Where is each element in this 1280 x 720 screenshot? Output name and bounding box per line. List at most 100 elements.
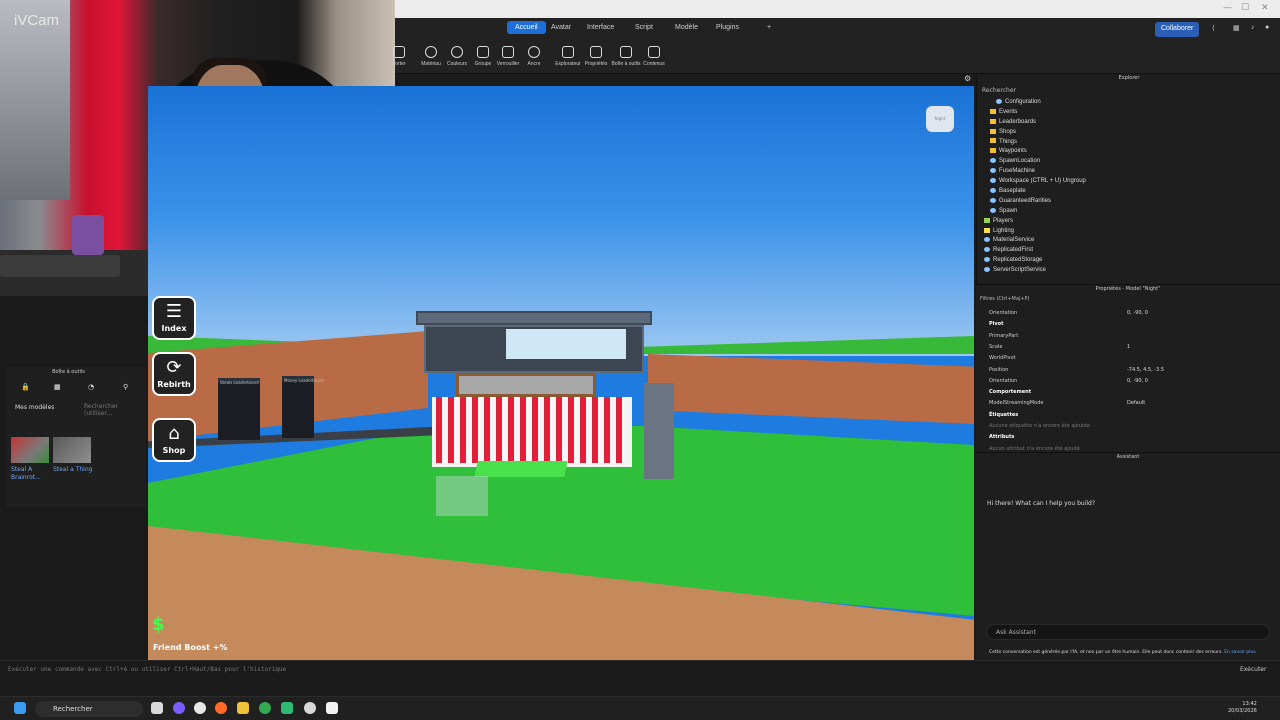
explorer-item-label: FuseMachine xyxy=(999,168,1036,175)
toolbox-model-item[interactable]: Steal A Brainrot... xyxy=(11,437,51,482)
tool-anchor[interactable]: Ancre xyxy=(518,46,550,67)
explorer-item[interactable]: Events xyxy=(977,107,1277,117)
tab-avatar[interactable]: Avatar xyxy=(551,24,571,31)
property-row[interactable]: Orientation 0, -90, 0 xyxy=(976,376,1276,386)
explorer-item[interactable]: Baseplate xyxy=(977,186,1277,196)
explorer-item[interactable]: MaterialService xyxy=(977,235,1277,245)
explorer-item[interactable]: Players xyxy=(977,216,1277,226)
index-button[interactable]: ☰ Index xyxy=(152,296,196,340)
import-icon xyxy=(393,46,405,58)
explorer-item[interactable]: Configuration xyxy=(977,97,1277,107)
roblox-studio-icon[interactable] xyxy=(326,702,338,714)
service-icon xyxy=(990,178,996,184)
app-icon[interactable] xyxy=(281,702,293,714)
tab-plugins[interactable]: Plugins xyxy=(716,24,739,31)
property-value[interactable]: -74.5, 4.5, -3.5 xyxy=(1127,365,1164,375)
windows-start-icon[interactable] xyxy=(14,702,26,714)
property-section[interactable]: Comportement xyxy=(976,387,1276,397)
building-sign xyxy=(456,373,596,397)
property-row[interactable]: Scale 1 xyxy=(976,342,1276,352)
model-source-select[interactable]: Mes modèles xyxy=(15,404,54,411)
gear-icon[interactable]: ⚙ xyxy=(964,74,971,83)
tab-script[interactable]: Script xyxy=(635,24,653,31)
tab-add[interactable]: + xyxy=(767,24,771,31)
taskbar-search[interactable]: Rechercher xyxy=(35,701,143,717)
property-section[interactable]: Pivot xyxy=(976,319,1276,329)
clock-icon[interactable]: ◔ xyxy=(88,383,94,391)
night-card[interactable]: Night xyxy=(926,106,954,132)
explorer-item[interactable]: SpawnLocation xyxy=(977,156,1277,166)
property-value[interactable]: Default xyxy=(1127,398,1145,408)
ghost-block xyxy=(436,476,488,516)
app-icon[interactable] xyxy=(173,702,185,714)
contents-icon xyxy=(648,46,660,58)
tab-interface[interactable]: Interface xyxy=(587,24,614,31)
explorer-search-input[interactable]: Rechercher xyxy=(982,87,1016,94)
share-icon[interactable]: ⟨ xyxy=(1212,24,1215,32)
property-row[interactable]: PrimaryPart xyxy=(976,331,1276,341)
3d-viewport[interactable]: Steals Leaderboard Money Leaderboard Nig… xyxy=(148,86,974,660)
system-clock[interactable]: 13:42 20/03/2026 xyxy=(1228,701,1257,715)
explorer-item[interactable]: Spawn xyxy=(977,206,1277,216)
property-row[interactable]: Orientation 0, -90, 0 xyxy=(976,308,1276,318)
task-view-icon[interactable] xyxy=(151,702,163,714)
command-bar: Exécuter une commande avec Ctrl+é ou uti… xyxy=(0,660,1280,679)
collaborate-button[interactable]: Collaborer xyxy=(1155,22,1200,37)
grid-icon[interactable]: ▦ xyxy=(1233,24,1240,32)
property-section[interactable]: Attributs xyxy=(976,432,1276,442)
clock-time: 13:42 xyxy=(1242,701,1257,707)
firefox-icon[interactable] xyxy=(215,702,227,714)
anchor-icon xyxy=(528,46,540,58)
app-icon[interactable] xyxy=(304,702,316,714)
explorer-item[interactable]: ReplicatedFirst xyxy=(977,245,1277,255)
chrome-icon[interactable] xyxy=(259,702,271,714)
property-value[interactable]: 0, -90, 0 xyxy=(1127,308,1148,318)
property-section[interactable]: Étiquettes xyxy=(976,410,1276,420)
explorer-item[interactable]: GuaranteedRarities xyxy=(977,196,1277,206)
command-input[interactable]: Exécuter une commande avec Ctrl+é ou uti… xyxy=(8,666,286,673)
file-explorer-icon[interactable] xyxy=(237,702,249,714)
tool-porter[interactable]: porter xyxy=(383,46,415,67)
property-row[interactable]: Position -74.5, 4.5, -3.5 xyxy=(976,365,1276,375)
tool-properties[interactable]: Propriétés xyxy=(580,46,612,67)
property-row[interactable]: WorldPivot xyxy=(976,353,1276,363)
minimize-icon[interactable]: — xyxy=(1223,3,1232,13)
rebirth-button[interactable]: ⟳ Rebirth xyxy=(152,352,196,396)
shop-button[interactable]: ⌂ Shop xyxy=(152,418,196,462)
lock-icon[interactable]: 🔒 xyxy=(21,383,30,391)
maximize-icon[interactable]: ☐ xyxy=(1241,3,1249,13)
bell-icon[interactable]: ♪ xyxy=(1251,24,1255,31)
tool-contents[interactable]: Contenus xyxy=(638,46,670,67)
service-icon xyxy=(984,257,990,263)
explorer-item[interactable]: Workspace (CTRL + U) Ungroup xyxy=(977,176,1277,186)
explorer-item[interactable]: Shops xyxy=(977,127,1277,137)
toolbox-model-item[interactable]: Steal a Thing xyxy=(53,437,93,474)
avatar[interactable]: ● xyxy=(1265,24,1269,31)
grid-icon[interactable]: ▦ xyxy=(54,383,61,391)
explorer-item[interactable]: Leaderboards xyxy=(977,117,1277,127)
property-name: Orientation xyxy=(989,310,1018,316)
tab-accueil[interactable]: Accueil xyxy=(507,21,546,34)
explorer-item[interactable]: ServerScriptService xyxy=(977,265,1277,275)
property-row[interactable]: ModelStreamingMode Default xyxy=(976,398,1276,408)
pin-icon[interactable]: ⚲ xyxy=(123,383,128,391)
explorer-item[interactable]: Lighting xyxy=(977,226,1277,236)
tab-modele[interactable]: Modèle xyxy=(675,24,698,31)
property-row[interactable]: Aucune étiquette n'a encore été ajoutée xyxy=(976,421,1276,431)
close-icon[interactable]: ✕ xyxy=(1261,3,1269,13)
base-building[interactable] xyxy=(416,311,674,481)
explorer-item-label: Players xyxy=(993,217,1014,224)
property-value[interactable]: 0, -90, 0 xyxy=(1127,376,1148,386)
explorer-item[interactable]: ReplicatedStorage xyxy=(977,255,1277,265)
explorer-item[interactable]: Things xyxy=(977,137,1277,147)
toolbox-search-input[interactable]: Rechercher (utiliser… xyxy=(84,403,146,417)
learn-more-link[interactable]: En savoir plus xyxy=(1224,650,1255,655)
explorer-item[interactable]: FuseMachine xyxy=(977,166,1277,176)
explorer-item[interactable]: Waypoints xyxy=(977,146,1277,156)
app-icon[interactable] xyxy=(194,702,206,714)
properties-filter-input[interactable]: Filtres (Ctrl+Maj+P) xyxy=(980,296,1029,302)
service-icon xyxy=(984,237,990,243)
property-value[interactable]: 1 xyxy=(1127,342,1130,352)
assistant-input[interactable]: Ask Assistant xyxy=(986,624,1270,640)
execute-button[interactable]: Exécuter xyxy=(1240,666,1266,673)
